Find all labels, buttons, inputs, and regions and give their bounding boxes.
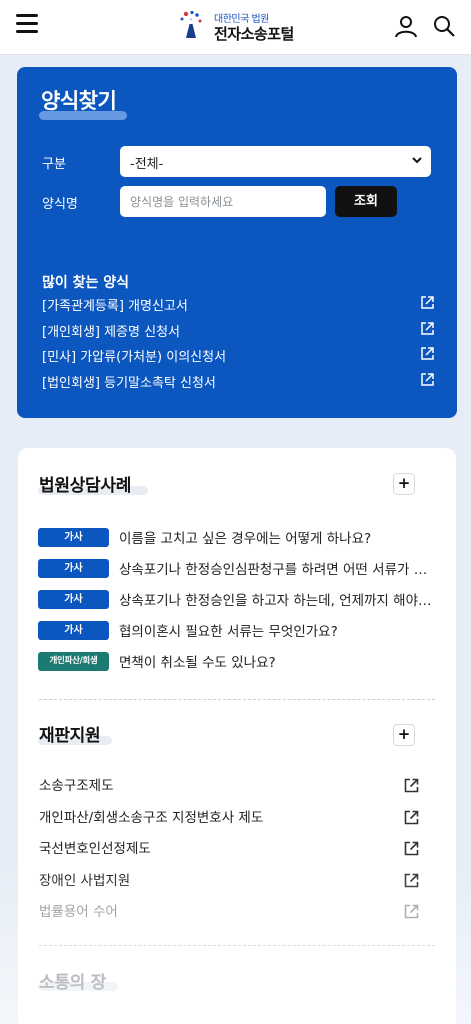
community-section-title: 소통의 장 bbox=[39, 973, 106, 993]
content-card: 법원상담사례 + 가사 이름을 고치고 싶은 경우에는 어떻게 하나요? 가사 … bbox=[18, 448, 456, 1024]
top-header: 대한민국 법원 전자소송포털 bbox=[0, 0, 471, 55]
external-link-icon bbox=[404, 873, 419, 887]
external-link-icon bbox=[404, 810, 419, 824]
popular-form-item[interactable]: [법인회생] 등기말소촉탁 신청서 bbox=[42, 372, 434, 398]
form-name-input[interactable] bbox=[120, 186, 326, 217]
consult-question: 이름을 고치고 싶은 경우에는 어떻게 하나요? bbox=[119, 531, 372, 547]
court-emblem-icon bbox=[180, 10, 202, 38]
consult-question: 면책이 취소될 수도 있나요? bbox=[119, 655, 276, 671]
list-item[interactable]: 개인파산/회생 면책이 취소될 수도 있나요? bbox=[38, 649, 438, 680]
logo-title: 전자소송포털 bbox=[214, 25, 294, 43]
list-item[interactable]: 장애인 사법지원 bbox=[39, 869, 419, 901]
form-name-label: 양식명 bbox=[42, 197, 78, 212]
support-section-title: 재판지원 bbox=[39, 726, 101, 746]
category-badge: 가사 bbox=[38, 559, 109, 578]
category-badge: 가사 bbox=[38, 621, 109, 640]
popular-form-label: [가족관계등록] 개명신고서 bbox=[42, 299, 188, 314]
user-icon[interactable] bbox=[394, 14, 418, 38]
category-select-value: -전체- bbox=[130, 157, 164, 172]
section-divider bbox=[39, 699, 435, 700]
popular-form-label: [개인회생] 제증명 신청서 bbox=[42, 324, 181, 340]
popular-forms-title: 많이 찾는 양식 bbox=[42, 275, 130, 291]
chevron-down-icon bbox=[412, 157, 422, 164]
support-list: 소송구조제도 개인파산/회생소송구조 지정변호사 제도 국선변호인선정제도 장애… bbox=[39, 774, 419, 932]
site-logo[interactable]: 대한민국 법원 전자소송포털 bbox=[178, 8, 308, 46]
search-button[interactable]: 조회 bbox=[335, 186, 397, 217]
support-item-label: 개인파산/회생소송구조 지정변호사 제도 bbox=[39, 809, 264, 826]
list-item[interactable]: 개인파산/회생소송구조 지정변호사 제도 bbox=[39, 806, 419, 838]
external-link-icon bbox=[421, 372, 434, 386]
popular-form-item[interactable]: [민사] 가압류(가처분) 이의신청서 bbox=[42, 346, 434, 372]
consult-section-title: 법원상담사례 bbox=[39, 476, 132, 496]
finder-title: 양식찾기 bbox=[41, 89, 117, 113]
support-item-label: 국선변호인선정제도 bbox=[39, 841, 151, 857]
list-item[interactable]: 가사 상속포기나 한정승인심판청구를 하려면 어떤 서류가 필요한가요? bbox=[38, 556, 438, 587]
external-link-icon bbox=[404, 778, 419, 793]
list-item[interactable]: 소송구조제도 bbox=[39, 774, 419, 806]
hamburger-menu-icon[interactable] bbox=[16, 14, 38, 34]
consult-question: 상속포기나 한정승인심판청구를 하려면 어떤 서류가 필요한가요? bbox=[119, 562, 435, 578]
support-item-label: 장애인 사법지원 bbox=[39, 872, 131, 889]
external-link-icon bbox=[421, 347, 434, 360]
list-item[interactable]: 가사 상속포기나 한정승인을 하고자 하는데, 언제까지 해야 하나요? bbox=[38, 587, 438, 618]
external-link-icon bbox=[404, 904, 419, 919]
list-item[interactable]: 국선변호인선정제도 bbox=[39, 837, 419, 869]
section-divider bbox=[39, 945, 435, 946]
category-badge: 개인파산/회생 bbox=[38, 652, 109, 671]
support-item-label: 소송구조제도 bbox=[39, 778, 114, 794]
external-link-icon bbox=[404, 841, 419, 856]
category-label: 구분 bbox=[42, 157, 66, 172]
popular-form-label: [법인회생] 등기말소촉탁 신청서 bbox=[42, 375, 216, 391]
list-item[interactable]: 법률용어 수어 bbox=[39, 900, 419, 932]
support-item-label: 법률용어 수어 bbox=[39, 904, 118, 920]
list-item[interactable]: 가사 이름을 고치고 싶은 경우에는 어떻게 하나요? bbox=[38, 525, 438, 556]
category-select[interactable]: -전체- bbox=[120, 146, 431, 177]
category-badge: 가사 bbox=[38, 528, 109, 547]
search-icon[interactable] bbox=[432, 14, 456, 38]
external-link-icon bbox=[421, 296, 434, 309]
consult-question: 협의이혼시 필요한 서류는 무엇인가요? bbox=[119, 624, 338, 640]
popular-form-item[interactable]: [가족관계등록] 개명신고서 bbox=[42, 295, 434, 321]
popular-forms-list: [가족관계등록] 개명신고서 [개인회생] 제증명 신청서 [민사] 가압류(가… bbox=[42, 295, 434, 397]
consult-question: 상속포기나 한정승인을 하고자 하는데, 언제까지 해야 하나요? bbox=[119, 593, 435, 609]
consult-list: 가사 이름을 고치고 싶은 경우에는 어떻게 하나요? 가사 상속포기나 한정승… bbox=[38, 525, 438, 680]
popular-form-label: [민사] 가압류(가처분) 이의신청서 bbox=[42, 350, 227, 365]
popular-form-item[interactable]: [개인회생] 제증명 신청서 bbox=[42, 321, 434, 347]
external-link-icon bbox=[421, 321, 434, 335]
category-badge: 가사 bbox=[38, 590, 109, 609]
consult-more-button[interactable]: + bbox=[393, 473, 415, 495]
form-finder-panel: 양식찾기 구분 -전체- 양식명 조회 많이 찾는 양식 [가족관계등록] 개명… bbox=[17, 67, 457, 418]
support-more-button[interactable]: + bbox=[393, 724, 415, 746]
list-item[interactable]: 가사 협의이혼시 필요한 서류는 무엇인가요? bbox=[38, 618, 438, 649]
